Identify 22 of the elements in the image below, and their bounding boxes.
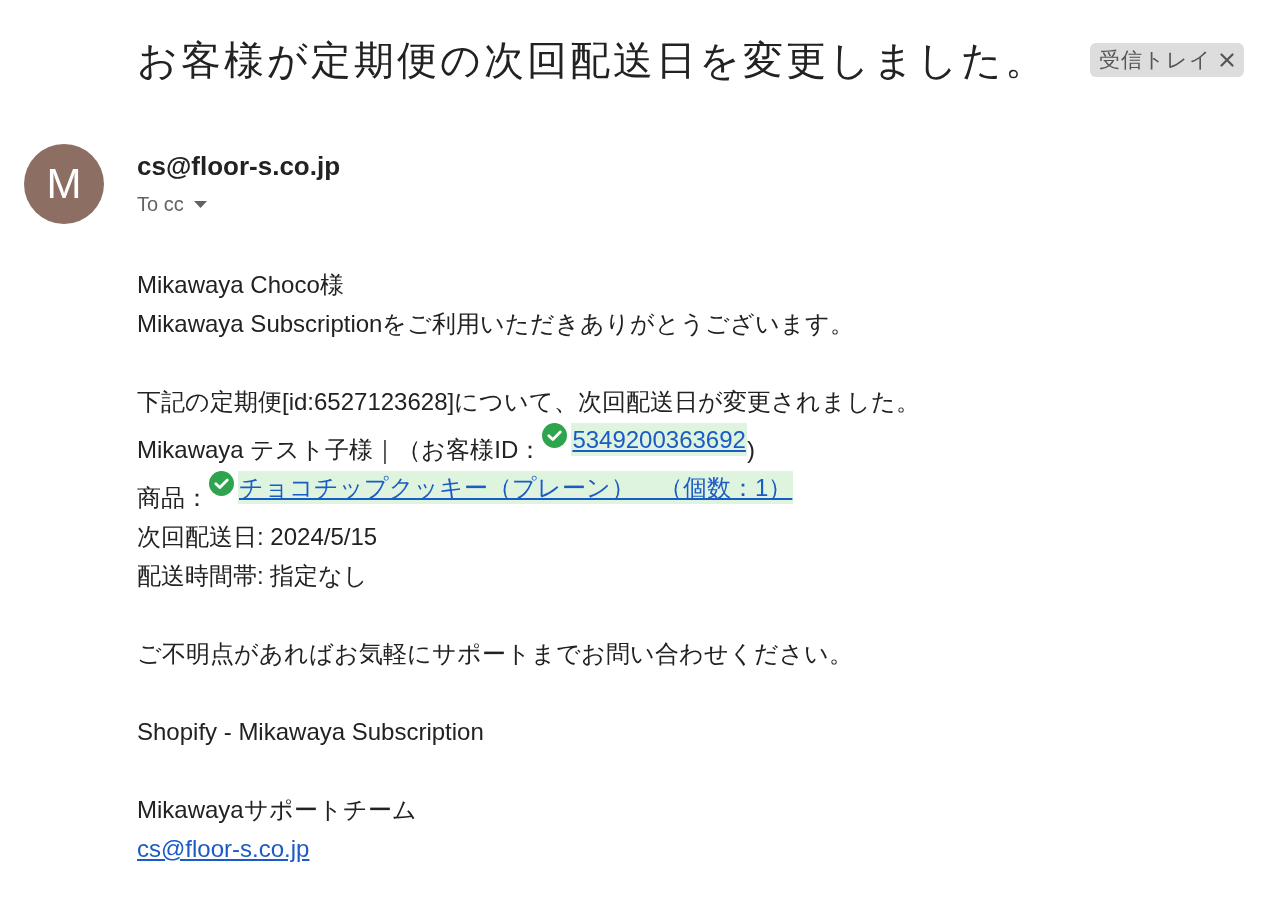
body-text: Mikawaya テスト子様｜（お客様ID： — [137, 435, 543, 466]
close-icon — [1220, 53, 1234, 67]
body-text: 次回配送日: 2024/5/15 — [137, 522, 379, 552]
body-link[interactable]: 5349200363692 — [571, 423, 747, 456]
body-text: 商品： — [137, 483, 209, 513]
body-text: Mikawaya Subscriptionをご利用いただきありがとうございます。 — [137, 309, 856, 339]
body-link[interactable]: チョコチップクッキー（プレーン） （個数：1） — [238, 471, 794, 504]
label-text: 受信トレイ — [1099, 47, 1212, 73]
body-text: 下記の定期便[id:6527123628]について、次回配送日が変更されました。 — [137, 387, 922, 417]
avatar: M — [24, 144, 104, 224]
caret-icon — [193, 200, 207, 208]
body-text: Shopify - Mikawaya Subscription — [137, 717, 485, 747]
recipients-button[interactable]: To cc — [137, 190, 207, 218]
email-subject: お客様が定期便の次回配送日を変更しました。 — [137, 37, 1048, 84]
body-text: Mikawaya Choco様 — [137, 270, 345, 300]
email-link[interactable]: cs@floor-s.co.jp — [137, 835, 310, 862]
remove-label-button[interactable] — [1220, 53, 1234, 67]
body-text: ) — [746, 435, 755, 465]
body-text: 配送時間帯: 指定なし — [137, 561, 370, 591]
body-text: Mikawayaサポートチーム — [137, 795, 418, 825]
sender-email: cs@floor-s.co.jp — [137, 150, 341, 182]
body-text: ご不明点があればお気軽にサポートまでお問い合わせください。 — [137, 639, 854, 669]
